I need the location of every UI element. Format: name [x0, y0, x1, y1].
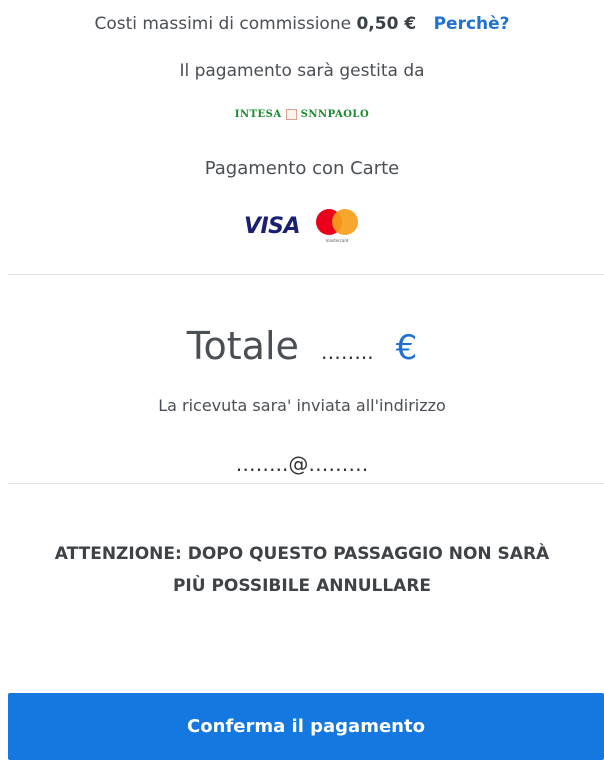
total-value-masked: ……..: [320, 340, 374, 364]
why-link[interactable]: Perchè?: [434, 14, 510, 34]
visa-logo: VISA: [243, 213, 301, 239]
payment-method-label: Pagamento con Carte: [204, 158, 400, 179]
commission-info: Costi massimi di commissione 0,50 € Perc…: [0, 14, 604, 34]
divider: [8, 483, 604, 484]
warning-message: ATTENZIONE: DOPO QUESTO PASSAGGIO NON SA…: [0, 538, 604, 602]
mastercard-logo: mastercard: [314, 207, 360, 245]
bank-logo-left: INTESA: [234, 108, 282, 120]
receipt-email-masked: ……..@………: [235, 452, 369, 476]
bank-emblem-icon: [285, 108, 297, 120]
bank-logo-right: SNNPAOLO: [300, 108, 370, 120]
total-label: Totale: [186, 324, 299, 368]
mastercard-logo-text: mastercard: [325, 238, 349, 243]
total-amount: Totale …….. €: [0, 324, 604, 368]
card-logos: VISA mastercard: [0, 206, 604, 246]
warning-line-1: ATTENZIONE: DOPO QUESTO PASSAGGIO NON SA…: [54, 544, 550, 564]
confirm-payment-button[interactable]: Conferma il pagamento: [8, 693, 604, 760]
payment-handler-label: Il pagamento sarà gestita da: [179, 61, 425, 81]
warning-line-2: PIÙ POSSIBILE ANNULLARE: [172, 576, 432, 596]
currency-symbol: €: [395, 328, 418, 368]
divider: [8, 274, 604, 275]
commission-amount: 0,50 €: [356, 14, 417, 34]
receipt-label: La ricevuta sara' inviata all'indirizzo: [158, 396, 446, 415]
commission-label: Costi massimi di commissione: [94, 14, 352, 34]
bank-logo: INTESA SNNPAOLO: [0, 104, 604, 124]
